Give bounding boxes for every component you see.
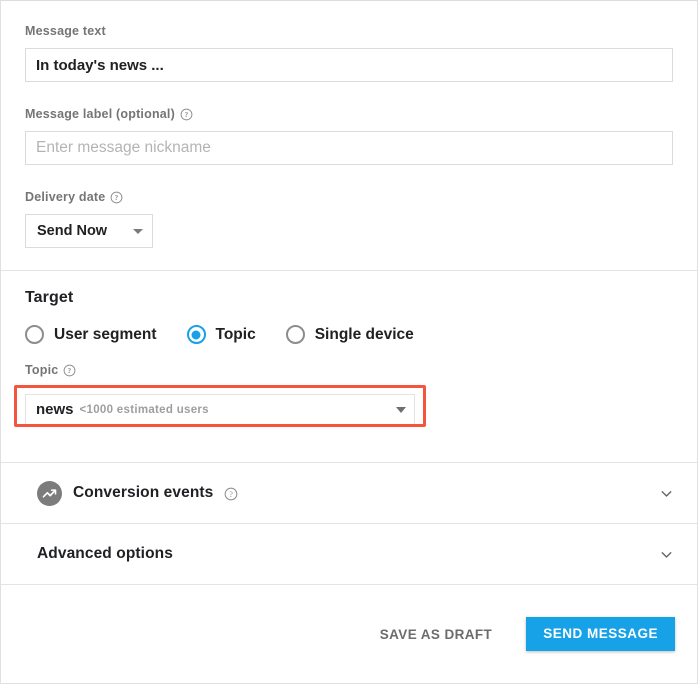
topic-selected-value: news (36, 401, 74, 418)
chevron-down-icon[interactable] (658, 546, 675, 563)
compose-message-card: Message text In today's news ... Message… (0, 0, 698, 684)
message-label-label: Message label (optional) ? (25, 106, 673, 122)
delivery-date-value: Send Now (37, 223, 108, 239)
caret-down-icon (396, 406, 406, 413)
help-circle-icon[interactable]: ? (63, 364, 76, 377)
message-text-label-text: Message text (25, 24, 106, 38)
send-message-button[interactable]: SEND MESSAGE (526, 617, 675, 651)
radio-option-single-device[interactable]: Single device (285, 325, 414, 344)
svg-text:?: ? (68, 366, 72, 375)
radio-circle-single-device[interactable] (285, 325, 305, 344)
radio-label-topic: Topic (215, 325, 256, 343)
footer-actions: SAVE AS DRAFT SEND MESSAGE (1, 585, 697, 683)
target-radio-group: User segment Topic Single device (25, 325, 673, 344)
topic-field-label-text: Topic (25, 363, 59, 377)
accordion-conversion-events-left: Conversion events ? (37, 480, 238, 506)
topic-picker-wrapper: news <1000 estimated users (14, 385, 437, 427)
delivery-date-label-text: Delivery date (25, 190, 106, 204)
accordion-conversion-events-title: Conversion events (73, 484, 214, 501)
message-text-label: Message text (25, 23, 673, 39)
help-circle-icon[interactable]: ? (224, 487, 238, 500)
svg-text:?: ? (230, 489, 234, 498)
radio-label-user-segment: User segment (54, 325, 157, 343)
radio-option-topic[interactable]: Topic (186, 325, 256, 344)
message-label-label-text: Message label (optional) (25, 107, 175, 121)
delivery-date-label: Delivery date ? (25, 189, 673, 205)
help-circle-icon[interactable]: ? (110, 191, 123, 204)
accordion-conversion-events[interactable]: Conversion events ? (1, 463, 697, 523)
radio-option-user-segment[interactable]: User segment (25, 325, 157, 344)
save-as-draft-button[interactable]: SAVE AS DRAFT (368, 617, 504, 652)
radio-label-single-device: Single device (314, 325, 414, 343)
analytics-trending-up-icon (37, 480, 62, 506)
delivery-date-select[interactable]: Send Now (25, 214, 153, 248)
topic-select[interactable]: news <1000 estimated users (25, 394, 415, 424)
target-section: Target User segment Topic Single device … (1, 271, 697, 462)
svg-text:?: ? (115, 193, 119, 202)
caret-down-icon (133, 228, 143, 234)
help-circle-icon[interactable]: ? (180, 108, 193, 121)
message-label-input[interactable]: Enter message nickname (25, 131, 673, 165)
radio-circle-user-segment[interactable] (25, 325, 44, 344)
svg-text:?: ? (185, 110, 189, 119)
message-section: Message text In today's news ... Message… (1, 1, 697, 270)
topic-field-label: Topic ? (25, 362, 673, 378)
topic-estimated-users: <1000 estimated users (79, 403, 209, 416)
accordion-advanced-options-title: Advanced options (37, 545, 173, 562)
topic-focus-underline (25, 424, 415, 426)
accordion-advanced-options-left: Advanced options (37, 545, 173, 563)
radio-circle-topic[interactable] (186, 325, 206, 344)
message-text-value: In today's news ... (36, 56, 164, 74)
message-label-placeholder: Enter message nickname (36, 139, 211, 156)
accordion-advanced-options[interactable]: Advanced options (1, 524, 697, 584)
message-text-input[interactable]: In today's news ... (25, 48, 673, 82)
chevron-down-icon[interactable] (658, 485, 675, 502)
target-title: Target (25, 289, 74, 306)
